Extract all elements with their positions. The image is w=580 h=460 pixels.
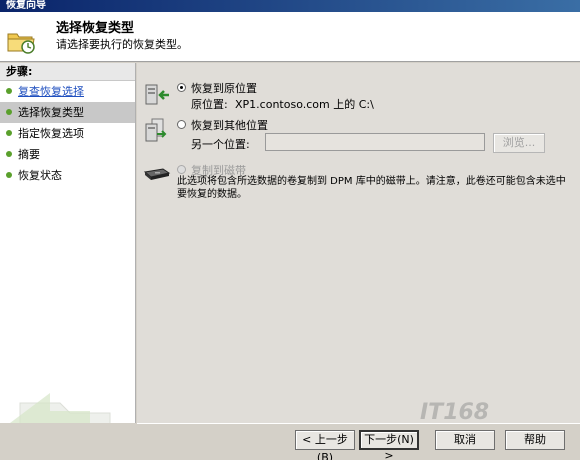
original-location-label: 原位置:: [191, 98, 228, 111]
tape-description: 此选项将包含所选数据的卷复制到 DPM 库中的磁带上。请注意，此卷还可能包含未选…: [177, 176, 566, 200]
tape-drive-icon: [143, 168, 171, 180]
browse-button[interactable]: 浏览...: [493, 133, 545, 153]
server-alternate-icon: [145, 118, 167, 142]
alternate-location-field[interactable]: [265, 133, 485, 151]
server-restore-icon: [145, 84, 169, 105]
wizard-footer: < 上一步(B) 下一步(N) > 取消 帮助: [137, 423, 580, 460]
page-subtitle: 请选择要执行的恢复类型。: [56, 38, 188, 51]
folder-clock-icon: [7, 33, 35, 54]
radio-original-location[interactable]: [177, 83, 186, 92]
step-label: 摘要: [18, 148, 40, 161]
content-panel: 恢复到原位置 原位置: XP1.contoso.com 上的 C:\ 恢复到其他…: [137, 63, 580, 423]
wizard-watermark-icon: [10, 393, 111, 423]
step-summary[interactable]: 摘要: [0, 144, 135, 165]
steps-heading: 步骤:: [0, 63, 135, 81]
step-label: 选择恢复类型: [18, 106, 84, 119]
steps-panel: 步骤: 复查恢复选择 选择恢复类型 指定恢复选项 摘要 恢复状态: [0, 63, 136, 423]
step-recovery-status[interactable]: 恢复状态: [0, 165, 135, 186]
step-label: 恢复状态: [18, 169, 62, 182]
cancel-button[interactable]: 取消: [435, 430, 495, 450]
site-watermark: IT168: [420, 400, 490, 425]
help-button[interactable]: 帮助: [505, 430, 565, 450]
alternate-location-label: 另一个位置:: [191, 138, 250, 151]
page-title: 选择恢复类型: [56, 21, 135, 36]
step-select-recovery-type[interactable]: 选择恢复类型: [0, 102, 135, 123]
radio-copy-to-tape[interactable]: [177, 165, 186, 174]
back-button[interactable]: < 上一步(B): [295, 430, 355, 460]
original-location-value: XP1.contoso.com 上的 C:\: [235, 98, 374, 111]
wizard-header: 选择恢复类型 请选择要执行的恢复类型。: [0, 12, 580, 62]
step-label: 复查恢复选择: [18, 85, 84, 98]
step-label: 指定恢复选项: [18, 127, 84, 140]
option-alternate-label[interactable]: 恢复到其他位置: [191, 117, 268, 133]
step-bullet-icon: [6, 88, 12, 94]
step-bullet-icon: [6, 109, 12, 115]
step-bullet-icon: [6, 172, 12, 178]
step-bullet-icon: [6, 130, 12, 136]
window-title: 恢复向导: [0, 0, 580, 12]
step-bullet-icon: [6, 151, 12, 157]
option-original-label[interactable]: 恢复到原位置: [191, 80, 257, 96]
radio-alternate-location[interactable]: [177, 120, 186, 129]
step-review-selection[interactable]: 复查恢复选择: [0, 81, 135, 102]
next-button[interactable]: 下一步(N) >: [359, 430, 419, 460]
step-specify-options[interactable]: 指定恢复选项: [0, 123, 135, 144]
